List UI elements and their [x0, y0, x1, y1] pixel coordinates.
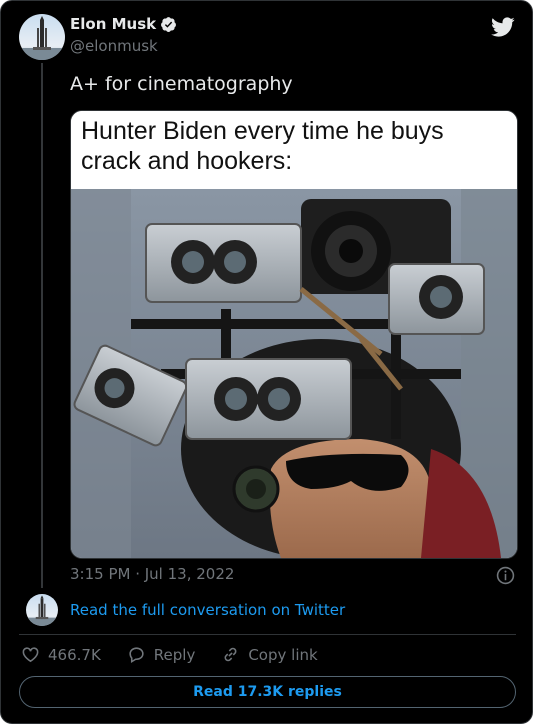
twitter-bird-icon[interactable]	[491, 15, 515, 39]
info-icon[interactable]	[496, 566, 515, 585]
link-icon	[224, 647, 237, 662]
author-name-row: Elon Musk	[70, 15, 177, 33]
reply-button[interactable]: Reply	[127, 645, 196, 664]
copy-link-button[interactable]: Copy link	[221, 645, 318, 664]
copy-link-label: Copy link	[248, 645, 318, 664]
tweet-media[interactable]: Hunter Biden every time he buys crack an…	[70, 110, 518, 559]
author-handle[interactable]: @elonmusk	[70, 37, 158, 55]
tweet-timestamp[interactable]: 3:15 PM · Jul 13, 2022	[70, 565, 234, 583]
reply-icon	[129, 647, 144, 664]
read-conversation-link[interactable]: Read the full conversation on Twitter	[70, 601, 345, 619]
like-count: 466.7K	[48, 645, 101, 664]
camera-helmet-photo	[71, 189, 517, 558]
meme-caption: Hunter Biden every time he buys crack an…	[71, 111, 517, 189]
heart-icon	[22, 647, 39, 663]
verified-badge-icon	[161, 16, 177, 32]
read-replies-button[interactable]: Read 17.3K replies	[19, 676, 516, 708]
divider	[19, 634, 516, 635]
conversation-avatar[interactable]	[26, 594, 58, 626]
tweet-text: A+ for cinematography	[70, 73, 293, 95]
author-name[interactable]: Elon Musk	[70, 15, 156, 33]
reply-label: Reply	[153, 645, 196, 664]
rocket-launch-avatar-image	[19, 16, 65, 60]
action-bar: 466.7K Reply Copy link	[21, 645, 318, 664]
like-button[interactable]: 466.7K	[21, 645, 101, 664]
thread-line	[41, 63, 43, 588]
meme-photo	[71, 189, 517, 558]
rocket-launch-avatar-image	[26, 595, 58, 626]
tweet-card: Elon Musk @elonmusk A+ for cinematograph…	[0, 0, 533, 724]
author-avatar[interactable]	[19, 14, 65, 60]
